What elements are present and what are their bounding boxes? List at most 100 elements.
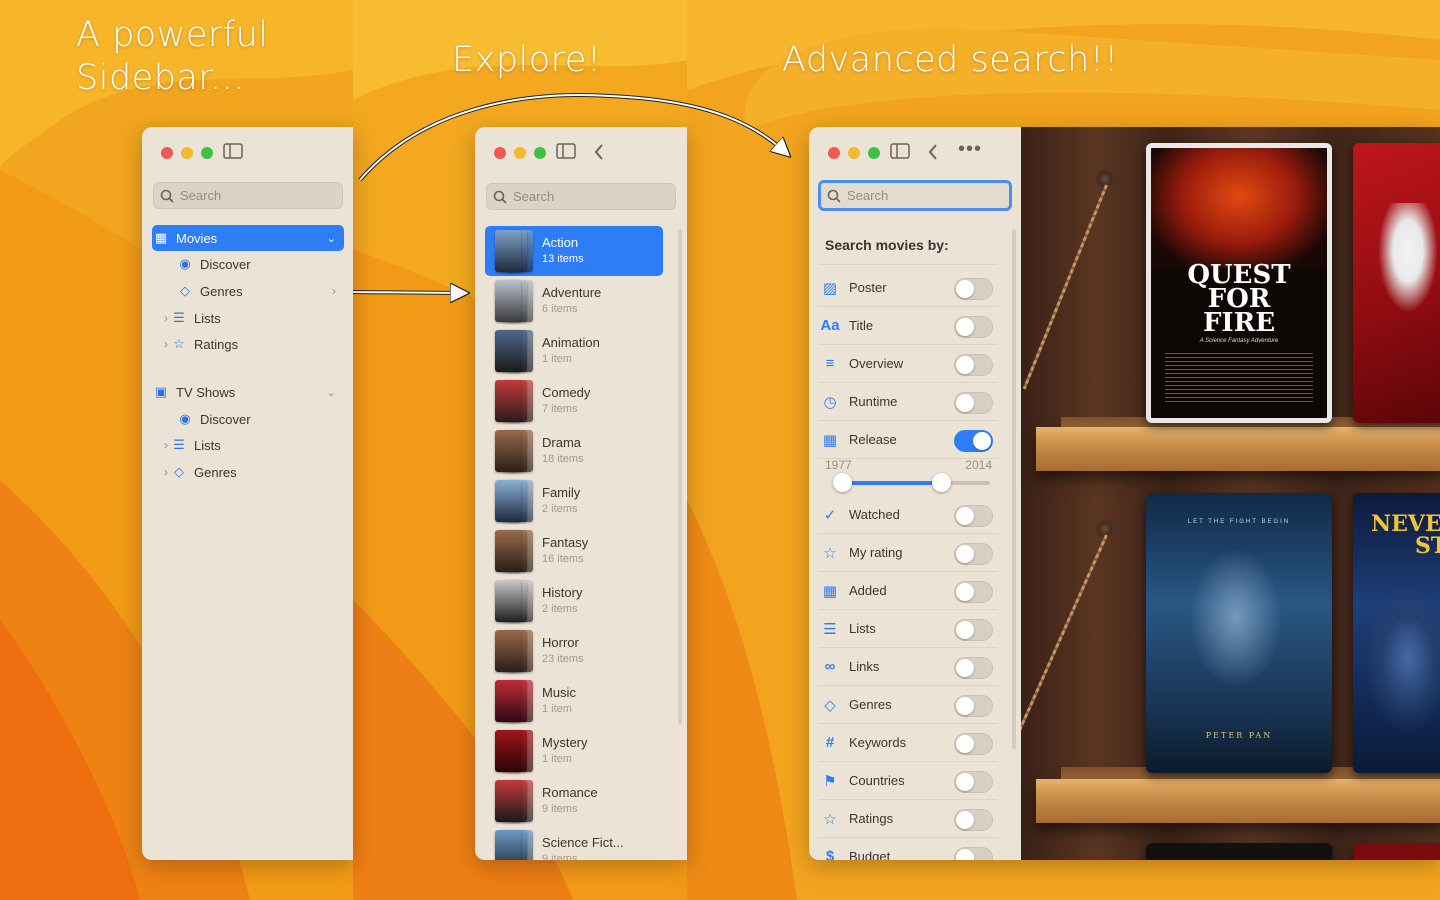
option-label: Poster (849, 280, 887, 295)
sidebar-item-tv-lists[interactable]: ☰ Lists (170, 432, 344, 458)
genre-name: Science Fict... (542, 835, 624, 850)
option-toggle[interactable] (954, 278, 993, 300)
genre-count: 1 item (542, 353, 572, 365)
genre-count: 1 item (542, 753, 572, 765)
scrollbar[interactable] (1012, 229, 1016, 749)
genre-thumbnail (495, 380, 533, 422)
sidebar-item-movies-ratings[interactable]: ☆ Ratings (170, 331, 344, 357)
option-toggle[interactable] (954, 543, 993, 565)
genre-thumbnail (495, 280, 533, 322)
genre-row[interactable]: Animation 1 item (485, 326, 663, 376)
search-input[interactable]: Search (818, 180, 1012, 211)
search-input[interactable]: Search (486, 183, 676, 210)
eye-icon: ◉ (179, 256, 191, 271)
zoom-button[interactable] (868, 147, 880, 159)
genre-row[interactable]: Horror 23 items (485, 626, 663, 676)
sidebar-item-tv-discover[interactable]: ◉ Discover (176, 406, 344, 432)
option-toggle[interactable] (954, 581, 993, 603)
sidebar-item-tv-shows[interactable]: ▣ TV Shows ⌄ (152, 379, 344, 405)
traffic-lights (494, 147, 546, 159)
poster-partial[interactable] (1146, 843, 1332, 860)
genre-row[interactable]: Drama 18 items (485, 426, 663, 476)
option-toggle[interactable] (954, 771, 993, 793)
sidebar-item-movies[interactable]: ▦ Movies ⌄ (152, 225, 344, 251)
sidebar-item-movies-genres[interactable]: ◇ Genres › (176, 278, 344, 304)
scrollbar[interactable] (678, 229, 682, 724)
option-toggle[interactable] (954, 505, 993, 527)
option-toggle[interactable] (954, 657, 993, 679)
sidebar-toggle-icon[interactable] (556, 143, 576, 163)
genre-count: 23 items (542, 653, 584, 665)
sidebar-item-movies-discover[interactable]: ◉ Discover (176, 251, 344, 277)
option-toggle[interactable] (954, 733, 993, 755)
poster-neverending[interactable]: NEVER ST (1353, 493, 1440, 773)
poster-quest-for-fire[interactable]: QUEST FOR FIRE A Science Fantasy Adventu… (1146, 143, 1332, 423)
genre-row[interactable]: Action 13 items (485, 226, 663, 276)
back-chevron-icon[interactable] (927, 143, 939, 165)
sidebar-toggle-icon[interactable] (890, 143, 910, 163)
more-icon[interactable]: ••• (958, 139, 982, 159)
genre-row[interactable]: History 2 items (485, 576, 663, 626)
zoom-button[interactable] (534, 147, 546, 159)
genre-count: 6 items (542, 303, 578, 315)
divider (819, 264, 997, 265)
search-input[interactable]: Search (153, 182, 343, 209)
minimize-button[interactable] (514, 147, 526, 159)
chevron-right-icon[interactable]: › (332, 284, 336, 298)
genre-row[interactable]: Romance 9 items (485, 776, 663, 826)
option-toggle[interactable] (954, 354, 993, 376)
option-toggle[interactable] (954, 619, 993, 641)
disclosure-chevron-icon[interactable]: › (164, 465, 168, 479)
range-high-handle[interactable] (932, 473, 952, 492)
genre-count: 9 items (542, 853, 578, 860)
genre-row[interactable]: Family 2 items (485, 476, 663, 526)
option-toggle[interactable] (954, 847, 993, 860)
genre-name: Comedy (542, 385, 591, 400)
option-label: Genres (849, 697, 892, 712)
search-option-title: Aa Title (819, 307, 997, 345)
close-button[interactable] (161, 147, 173, 159)
genre-row[interactable]: Comedy 7 items (485, 376, 663, 426)
disclosure-chevron-icon[interactable]: › (164, 311, 168, 325)
disclosure-chevron-icon[interactable]: › (164, 438, 168, 452)
minimize-button[interactable] (181, 147, 193, 159)
eye-icon: ◉ (179, 411, 191, 426)
poster-partial[interactable] (1353, 843, 1440, 860)
option-label: Title (849, 318, 874, 333)
search-option-added: ▦ Added (819, 572, 997, 610)
genre-row[interactable]: Mystery 1 item (485, 726, 663, 776)
minimize-button[interactable] (848, 147, 860, 159)
chevron-down-icon[interactable]: ⌄ (327, 232, 336, 245)
genre-row[interactable]: Adventure 6 items (485, 276, 663, 326)
genre-thumbnail (495, 730, 533, 772)
genre-row[interactable]: Science Fict... 9 items (485, 826, 663, 860)
zoom-button[interactable] (201, 147, 213, 159)
range-fill (842, 481, 942, 485)
chevron-down-icon[interactable]: ⌄ (327, 386, 336, 399)
calendar-icon: ▦ (822, 582, 838, 600)
star-icon: ☆ (823, 810, 837, 828)
disclosure-chevron-icon[interactable]: › (164, 337, 168, 351)
option-toggle[interactable] (954, 809, 993, 831)
genre-thumbnail (495, 530, 533, 572)
sidebar-item-movies-lists[interactable]: ☰ Lists (170, 305, 344, 331)
range-low-handle[interactable] (833, 473, 852, 492)
back-chevron-icon[interactable] (593, 143, 605, 165)
option-toggle[interactable] (954, 430, 993, 452)
release-range-slider[interactable] (833, 473, 990, 492)
poster-peter-pan[interactable]: LET THE FIGHT BEGIN PETER PAN (1146, 493, 1332, 773)
option-label: Countries (849, 773, 905, 788)
genre-name: Fantasy (542, 535, 589, 550)
search-option-genres: ◇ Genres (819, 686, 997, 724)
close-button[interactable] (828, 147, 840, 159)
genre-row[interactable]: Fantasy 16 items (485, 526, 663, 576)
sidebar-toggle-icon[interactable] (223, 143, 243, 163)
option-toggle[interactable] (954, 392, 993, 414)
option-toggle[interactable] (954, 316, 993, 338)
close-button[interactable] (494, 147, 506, 159)
option-toggle[interactable] (954, 695, 993, 717)
search-by-heading: Search movies by: (825, 237, 949, 253)
poster-red[interactable] (1353, 143, 1440, 423)
genre-row[interactable]: Music 1 item (485, 676, 663, 726)
sidebar-item-tv-genres[interactable]: ◇ Genres (170, 459, 344, 485)
